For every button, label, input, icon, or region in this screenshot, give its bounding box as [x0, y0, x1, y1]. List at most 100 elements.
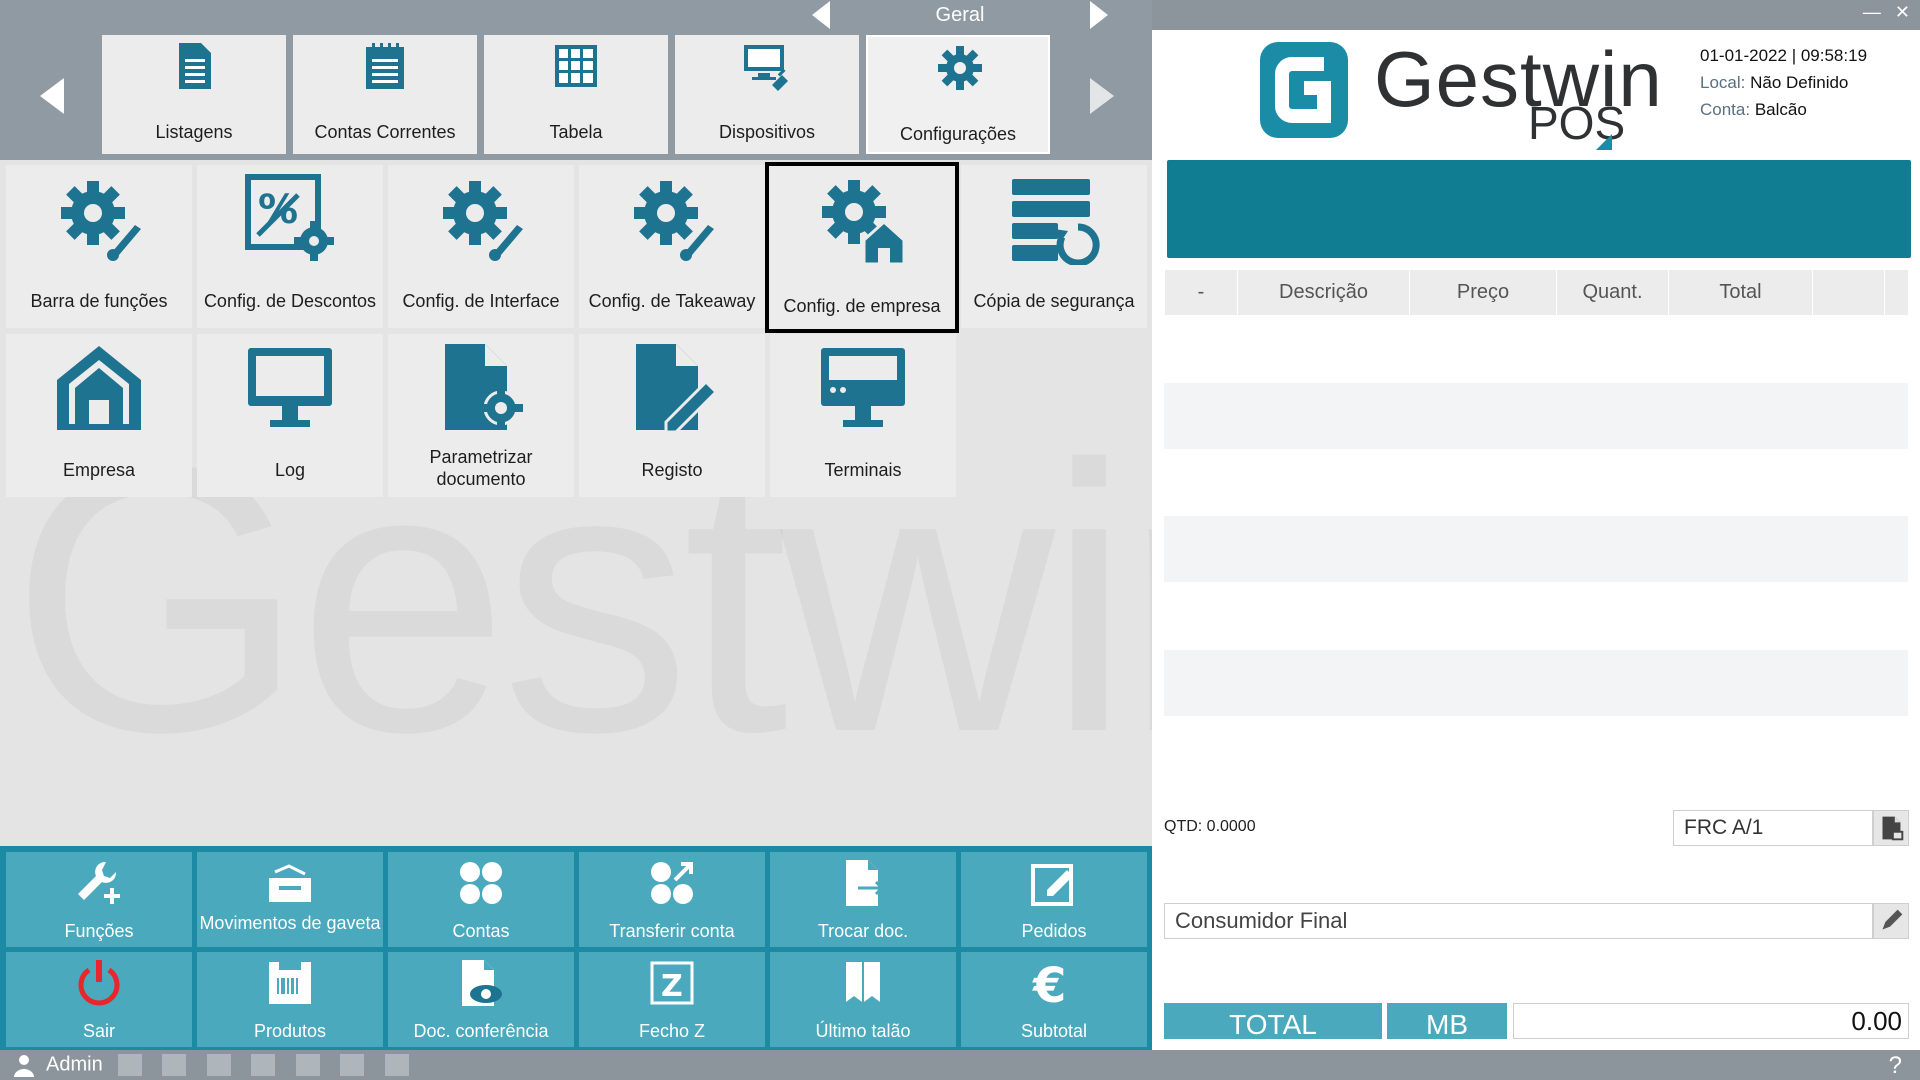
svg-text:Z: Z [661, 969, 683, 1004]
action-funcoes[interactable]: Funções [6, 852, 192, 947]
house-icon [57, 346, 141, 430]
terminal-status-icon[interactable] [384, 1054, 409, 1076]
function-label: Config. de Descontos [203, 291, 377, 311]
gear-brush-icon [61, 181, 141, 261]
customer-edit-button[interactable] [1873, 903, 1909, 939]
gear-house-icon [822, 180, 906, 266]
action-label: Transferir conta [609, 921, 735, 941]
function-label: Config. de Takeaway [588, 291, 756, 311]
payment-method-button[interactable]: MB [1387, 1003, 1507, 1039]
wrench-plus-icon [78, 861, 120, 904]
category-next-small-icon[interactable] [1090, 1, 1108, 29]
function-label: Config. de empresa [783, 296, 941, 316]
minimize-icon[interactable]: — [1863, 2, 1881, 22]
left-panel: Gestwin Geral Listagens Contas Correntes… [0, 0, 1152, 1080]
action-pedidos[interactable]: Pedidos [961, 852, 1147, 947]
monitor-icon [248, 348, 332, 427]
tabs-prev-arrow-icon[interactable] [40, 78, 64, 114]
drawer-status-icon[interactable] [162, 1054, 187, 1076]
card-status-icon[interactable] [295, 1054, 320, 1076]
network-status-icon[interactable] [340, 1054, 365, 1076]
action-doc-conferencia[interactable]: Doc. conferência [388, 952, 574, 1047]
column-extra [1813, 270, 1885, 315]
function-config-interface[interactable]: Config. de Interface [388, 165, 574, 328]
document-series-field[interactable]: FRC A/1 [1673, 810, 1873, 846]
document-select-button[interactable] [1873, 810, 1909, 846]
function-copia-seguranca[interactable]: Cópia de segurança [961, 165, 1147, 328]
action-sair[interactable]: Sair [6, 952, 192, 1047]
notepad-icon [366, 43, 404, 89]
action-contas[interactable]: Contas [388, 852, 574, 947]
tab-configuracoes[interactable]: Configurações [866, 35, 1050, 154]
session-info: 01-01-2022 | 09:58:19 Local: Não Definid… [1700, 46, 1868, 119]
action-ultimo-talao[interactable]: Último talão [770, 952, 956, 1047]
terminal-monitor-icon [821, 348, 905, 427]
category-prev-small-icon[interactable] [812, 1, 830, 29]
ticket-row[interactable] [1164, 650, 1908, 716]
tab-contas-correntes[interactable]: Contas Correntes [293, 35, 477, 154]
session-date: 01-01-2022 [1700, 46, 1787, 65]
power-icon [78, 960, 120, 1006]
column-preco: Preço [1410, 270, 1557, 315]
action-label: Último talão [815, 1021, 911, 1041]
action-produtos[interactable]: Produtos [197, 952, 383, 1047]
barcode-box-icon [269, 962, 311, 1004]
function-parametrizar-documento[interactable]: Parametrizar documento [388, 334, 574, 497]
tabs-next-arrow-icon[interactable] [1090, 78, 1114, 114]
display-status-icon[interactable] [251, 1054, 276, 1076]
printer-status-icon[interactable] [118, 1054, 142, 1076]
tab-label: Dispositivos [718, 122, 816, 142]
action-label: Doc. conferência [413, 1021, 549, 1041]
tab-label: Listagens [155, 122, 233, 142]
local-value: Não Definido [1750, 73, 1849, 92]
action-label: Fecho Z [638, 1021, 706, 1041]
function-log[interactable]: Log [197, 334, 383, 497]
tab-label: Tabela [549, 122, 603, 142]
function-registo[interactable]: Registo [579, 334, 765, 497]
current-user[interactable]: Admin [12, 1053, 103, 1077]
action-movimentos-gaveta[interactable]: Movimentos de gaveta [197, 852, 383, 947]
total-value: 0.00 [1513, 1003, 1909, 1039]
action-trocar-doc[interactable]: Trocar doc. [770, 852, 956, 947]
action-subtotal[interactable]: € Subtotal [961, 952, 1147, 1047]
svg-text:€: € [1032, 958, 1066, 1008]
function-empresa[interactable]: Empresa [6, 334, 192, 497]
action-panel: Funções Movimentos de gaveta Contas Tran… [0, 846, 1152, 1050]
function-terminais[interactable]: Terminais [770, 334, 956, 497]
action-transferir-conta[interactable]: Transferir conta [579, 852, 765, 947]
close-icon[interactable]: ✕ [1895, 2, 1910, 22]
document-pen-icon [636, 344, 718, 434]
function-barra-de-funcoes[interactable]: Barra de funções [6, 165, 192, 328]
tab-listagens[interactable]: Listagens [102, 35, 286, 154]
brand-logo: Gestwin POS [1260, 35, 1662, 152]
function-config-descontos[interactable]: % Config. de Descontos [197, 165, 383, 328]
tab-tabela[interactable]: Tabela [484, 35, 668, 154]
ticket-row[interactable] [1164, 516, 1908, 582]
category-title: Geral [935, 4, 985, 26]
document-gear-icon [445, 344, 523, 430]
action-label: Sair [82, 1021, 115, 1041]
device-status-icons [118, 1054, 425, 1080]
status-bar: Admin ? [0, 1050, 1920, 1080]
function-label: Terminais [824, 460, 902, 480]
help-button[interactable]: ? [1889, 1052, 1902, 1080]
edit-square-icon [1031, 864, 1073, 906]
scale-status-icon[interactable] [206, 1054, 231, 1076]
action-label: Pedidos [1021, 921, 1087, 941]
function-config-empresa[interactable]: Config. de empresa [765, 162, 959, 333]
column-quant: Quant. [1557, 270, 1669, 315]
action-fecho-z[interactable]: Z Fecho Z [579, 952, 765, 1047]
customer-field[interactable]: Consumidor Final [1164, 903, 1873, 939]
ticket-row[interactable] [1164, 383, 1908, 449]
tab-dispositivos[interactable]: Dispositivos [675, 35, 859, 154]
column-descricao: Descrição [1238, 270, 1410, 315]
function-config-takeaway[interactable]: Config. de Takeaway [579, 165, 765, 328]
conta-label: Conta: [1700, 100, 1751, 119]
action-label: Funções [64, 921, 134, 941]
tab-label: Contas Correntes [314, 122, 456, 142]
user-name: Admin [46, 1053, 103, 1076]
gear-brush-icon [634, 181, 714, 261]
function-label: Parametrizar documento [429, 447, 533, 489]
column-index: - [1165, 270, 1238, 315]
function-label: Barra de funções [30, 291, 168, 311]
